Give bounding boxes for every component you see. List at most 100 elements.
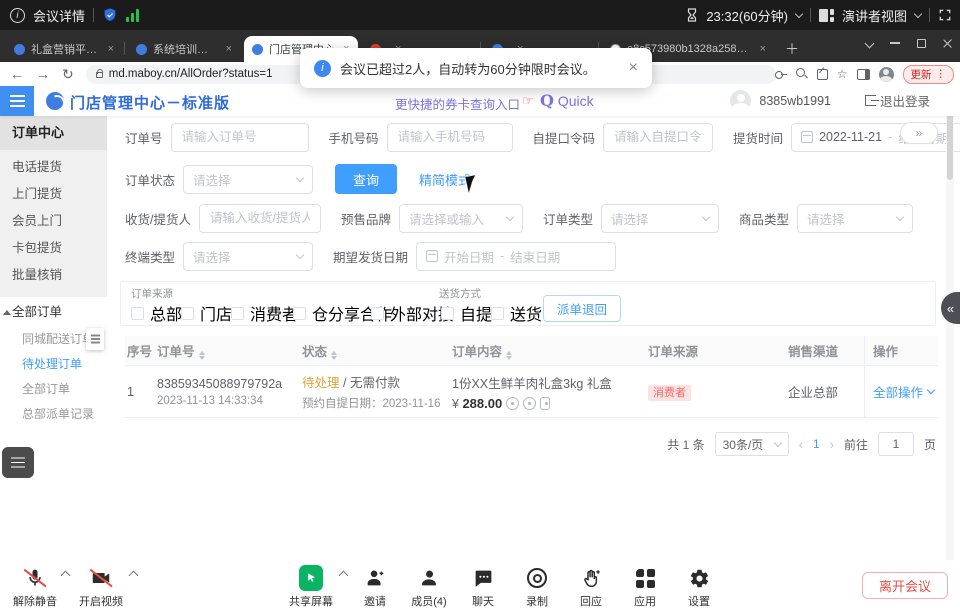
- timer-dropdown-icon[interactable]: [795, 9, 803, 17]
- fullscreen-icon[interactable]: [938, 8, 952, 22]
- view-mode-label[interactable]: 演讲者视图: [842, 6, 907, 25]
- invite-button[interactable]: 邀请: [348, 566, 402, 609]
- phone-input[interactable]: [387, 123, 513, 152]
- password-key-icon[interactable]: [775, 68, 787, 80]
- sidebar-item-batch-verify[interactable]: 批量核销: [0, 262, 107, 289]
- order-no[interactable]: 83859345088979792a: [157, 377, 302, 391]
- col-content[interactable]: 订单内容: [452, 341, 638, 361]
- order-no-input[interactable]: [171, 123, 309, 152]
- sidebar-item-door-pickup[interactable]: 上门提货: [0, 181, 107, 208]
- start-video-button[interactable]: 开启视频: [74, 566, 128, 609]
- sort-icon[interactable]: [199, 351, 205, 361]
- floating-list-button[interactable]: [2, 447, 34, 478]
- sidebar-item-card-pickup[interactable]: 卡包提货: [0, 235, 107, 262]
- sort-icon[interactable]: [331, 351, 337, 361]
- reaction-button[interactable]: 回应: [564, 566, 618, 609]
- chevron-down-icon: [296, 250, 304, 258]
- next-page-button[interactable]: ›: [830, 437, 834, 452]
- chrome-update-button[interactable]: 更新 ⋮: [903, 65, 955, 84]
- user-avatar[interactable]: [730, 90, 751, 111]
- settings-button[interactable]: 设置: [672, 566, 726, 609]
- back-button[interactable]: ←: [10, 66, 24, 82]
- share-options-chevron[interactable]: [339, 571, 349, 581]
- col-status[interactable]: 状态: [302, 341, 452, 361]
- sort-icon[interactable]: [506, 351, 512, 361]
- window-maximize-button[interactable]: [908, 32, 934, 54]
- all-actions-dropdown[interactable]: 全部操作: [873, 382, 934, 401]
- sidebar-item-pending-orders[interactable]: 待处理订单: [0, 352, 107, 377]
- collapse-filters-button[interactable]: »: [900, 122, 938, 144]
- prev-page-button[interactable]: ‹: [799, 437, 803, 452]
- calendar-icon: [426, 250, 438, 262]
- simple-mode-link[interactable]: 精简模式: [419, 170, 471, 189]
- reload-button[interactable]: ↻: [62, 66, 74, 83]
- sidebar-item-member-visit[interactable]: 会员上门: [0, 208, 107, 235]
- brand-select[interactable]: 请选择或输入: [399, 204, 523, 233]
- side-panel-icon[interactable]: [857, 69, 870, 80]
- bookmark-star-icon[interactable]: ☆: [837, 67, 848, 81]
- forward-button[interactable]: →: [36, 66, 50, 82]
- checkbox-source-consumer[interactable]: 消费者: [231, 301, 298, 325]
- checkbox-delivery-selfpickup[interactable]: 自提: [441, 301, 492, 325]
- security-shield-icon[interactable]: [102, 7, 118, 23]
- toast-close-icon[interactable]: ×: [629, 59, 638, 77]
- query-button[interactable]: 查询: [335, 164, 397, 194]
- members-button[interactable]: 成员(4): [402, 566, 456, 609]
- chat-button[interactable]: 聊天: [456, 566, 510, 609]
- browser-tab-1[interactable]: 礼盒营销平台管理中心 ×: [6, 36, 122, 62]
- apps-button[interactable]: 应用: [618, 566, 672, 609]
- tab-close-icon[interactable]: ×: [760, 43, 766, 55]
- logout-button[interactable]: 退出登录: [865, 91, 930, 110]
- browser-profile-avatar[interactable]: [879, 67, 894, 82]
- sidebar-item-hq-dispatch-log[interactable]: 总部派单记录: [0, 402, 107, 427]
- end-date-placeholder: 结束日期: [510, 247, 560, 266]
- coupon-query-link[interactable]: 更快捷的券卡查询入口: [395, 94, 520, 113]
- col-order-no[interactable]: 订单号: [157, 341, 302, 361]
- browser-menu-icon[interactable]: ⋮: [936, 68, 947, 80]
- network-signal-icon[interactable]: [126, 8, 139, 22]
- quick-entry-link[interactable]: Q Quick: [540, 91, 594, 110]
- expect-ship-date-range[interactable]: 开始日期 - 结束日期: [416, 242, 616, 271]
- order-status-select[interactable]: 请选择: [183, 165, 313, 194]
- current-page[interactable]: 1: [813, 437, 820, 451]
- leave-meeting-button[interactable]: 离开会议: [862, 572, 948, 599]
- browser-tab-2[interactable]: 系统培训学习 ×: [128, 36, 240, 62]
- record-button[interactable]: 录制: [510, 566, 564, 609]
- tab-search-button[interactable]: [856, 32, 882, 54]
- window-minimize-button[interactable]: [882, 32, 908, 54]
- sidebar-item-all-orders[interactable]: 全部订单: [0, 377, 107, 402]
- coupon-badge-icon[interactable]: [523, 397, 536, 410]
- share-screen-button[interactable]: 共享屏幕: [284, 566, 338, 609]
- tab-close-icon[interactable]: ×: [108, 43, 114, 55]
- meeting-info-icon[interactable]: i: [10, 8, 25, 23]
- share-icon[interactable]: [817, 69, 828, 80]
- meeting-detail-label[interactable]: 会议详情: [33, 6, 85, 25]
- sidebar-collapse-handle[interactable]: [86, 328, 104, 350]
- sidebar-item-phone-pickup[interactable]: 电话提货: [0, 154, 107, 181]
- source-tag-consumer: 消费者: [648, 385, 691, 401]
- promo-badge-icon[interactable]: [506, 397, 519, 410]
- page-size-select[interactable]: 30条/页: [715, 432, 789, 456]
- window-close-button[interactable]: [934, 32, 960, 54]
- pickup-code-input[interactable]: [603, 123, 713, 152]
- view-dropdown-icon[interactable]: [914, 9, 922, 17]
- checkbox-source-hq[interactable]: 总部: [131, 301, 182, 325]
- sidebar-group-all-orders[interactable]: 全部订单: [0, 297, 107, 327]
- terminal-type-select[interactable]: 请选择: [183, 242, 313, 271]
- video-options-chevron[interactable]: [129, 571, 139, 581]
- unmute-button[interactable]: 解除静音: [8, 566, 62, 609]
- goods-type-select[interactable]: 请选择: [797, 204, 913, 233]
- zoom-icon[interactable]: [796, 68, 808, 80]
- receiver-input[interactable]: [199, 204, 321, 233]
- new-tab-button[interactable]: ＋: [782, 39, 802, 59]
- dispatch-return-button[interactable]: 派单退回: [543, 295, 621, 322]
- phone-badge-icon[interactable]: [540, 397, 550, 410]
- tab-close-icon[interactable]: ×: [226, 43, 232, 55]
- sidebar-toggle-button[interactable]: [0, 86, 34, 116]
- order-type-select[interactable]: 请选择: [601, 204, 719, 233]
- goto-page-input[interactable]: [878, 432, 914, 456]
- checkbox-source-store[interactable]: 门店: [181, 301, 232, 325]
- mic-options-chevron[interactable]: [61, 571, 71, 581]
- pickup-start-date: 2022-11-21: [819, 130, 882, 144]
- checkbox-delivery-send[interactable]: 送货: [491, 301, 542, 325]
